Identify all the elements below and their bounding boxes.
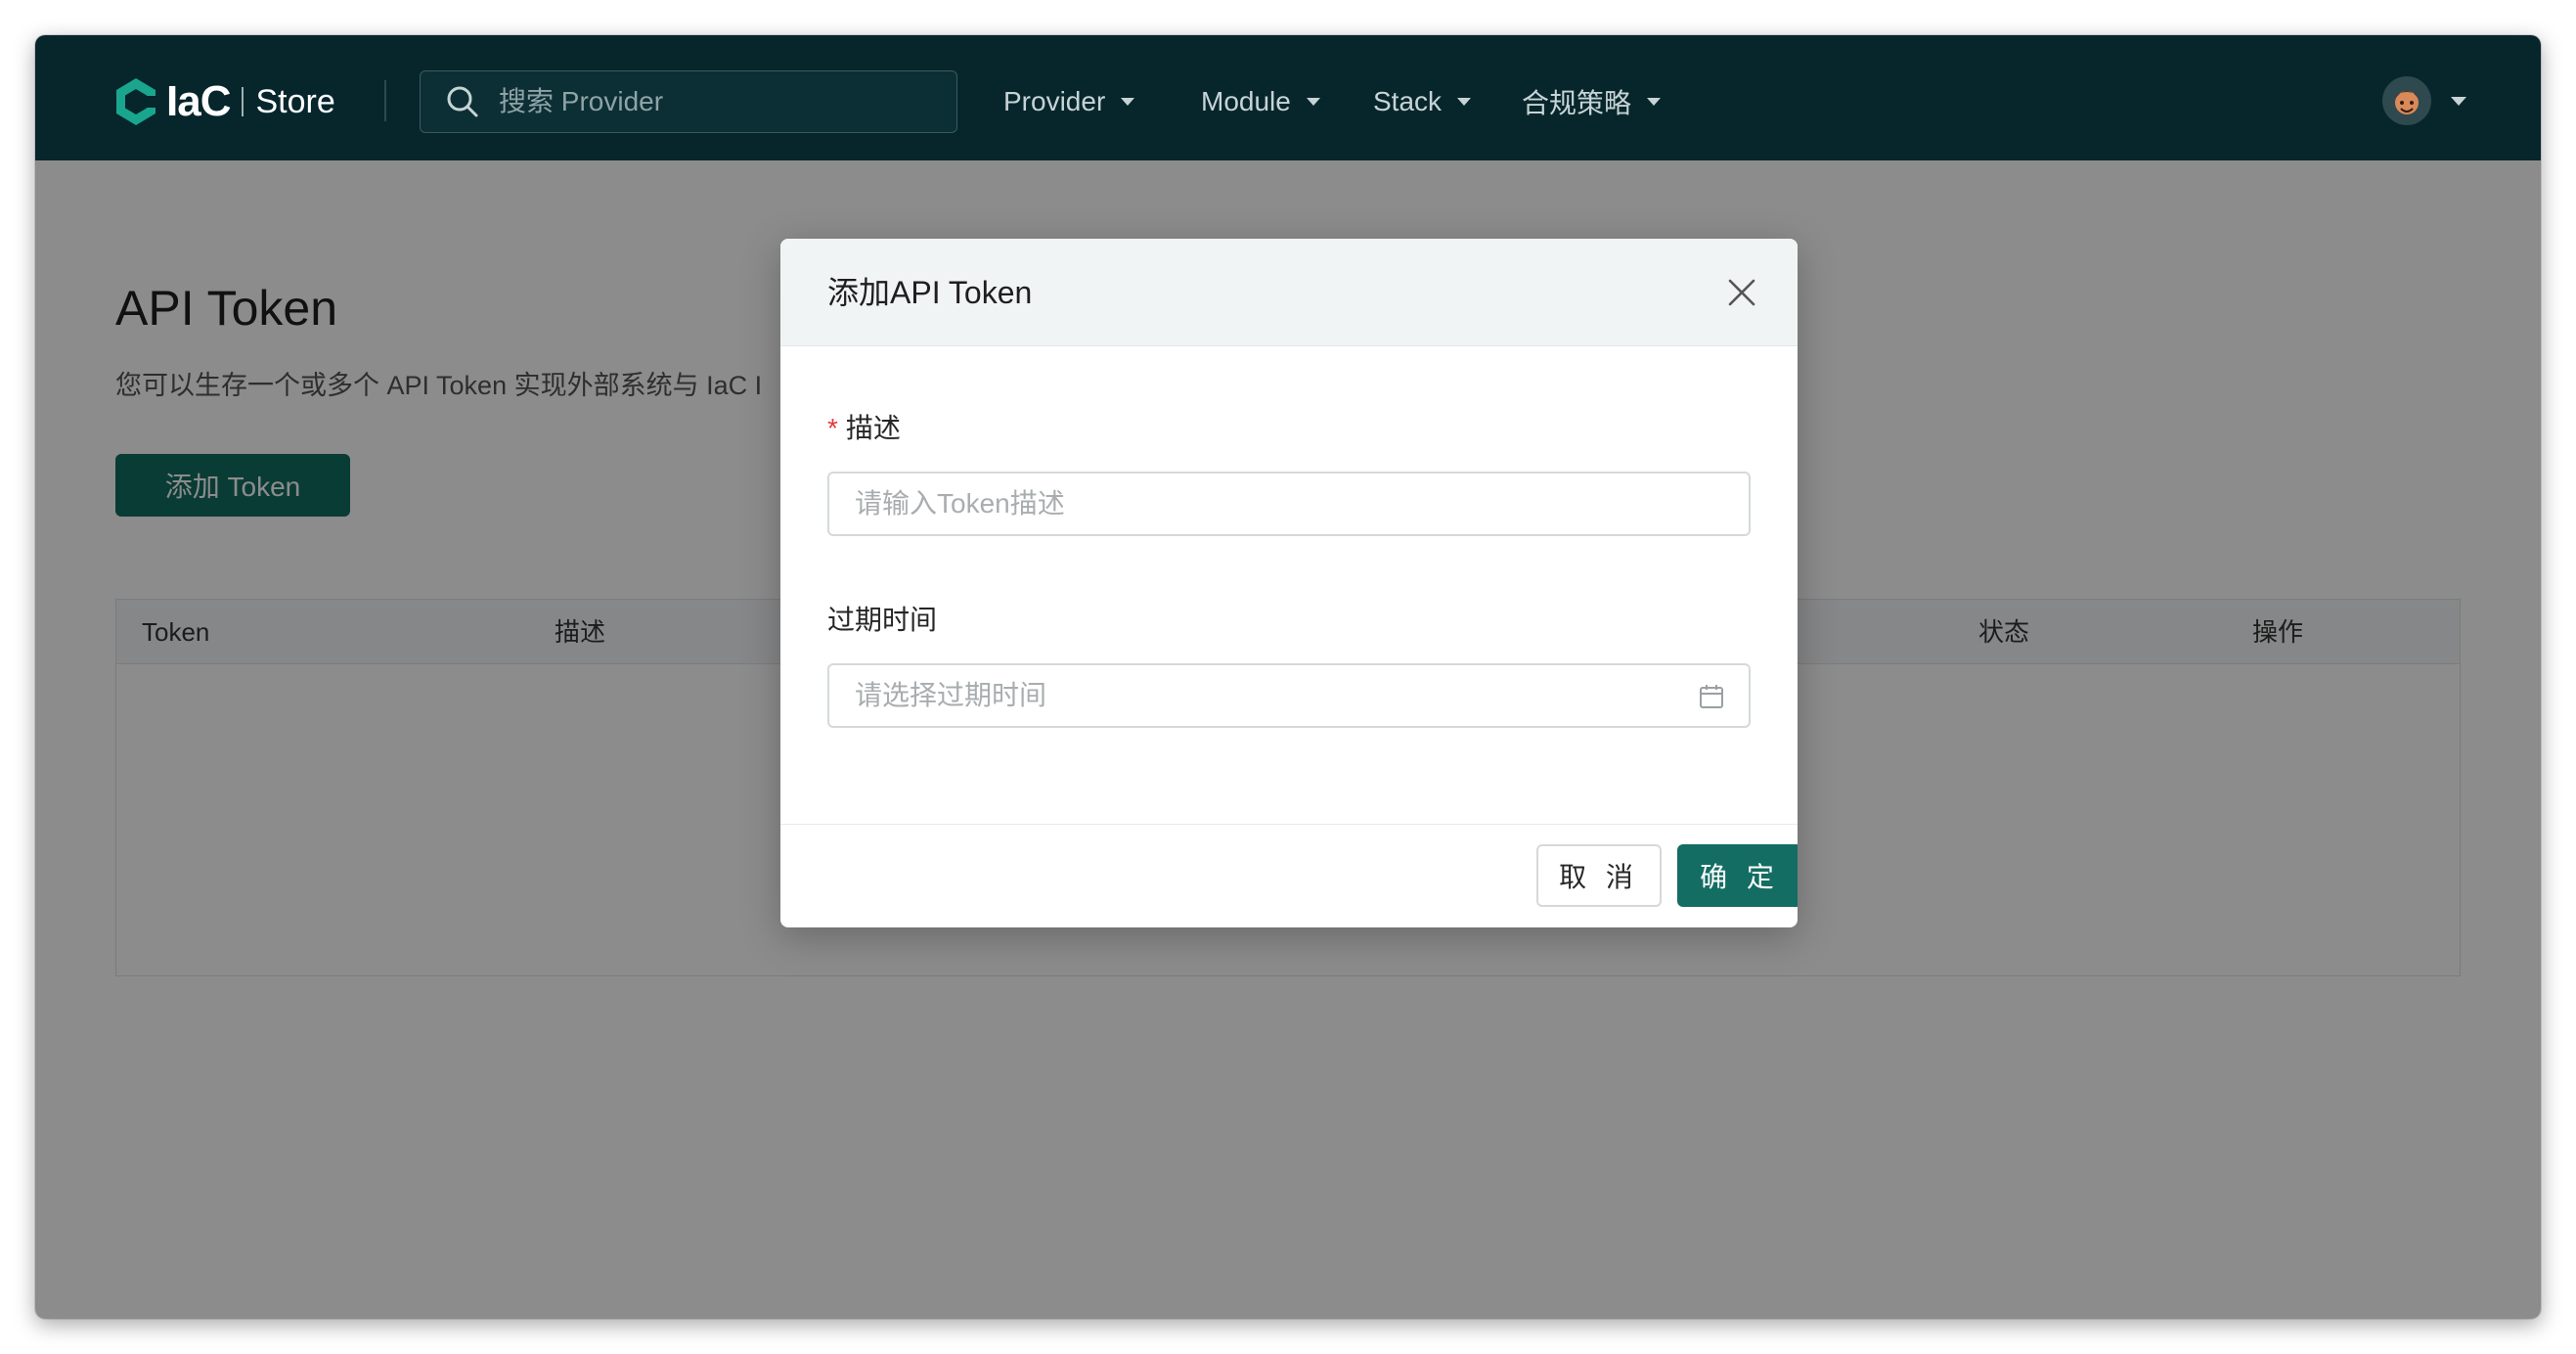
nav-compliance-policy[interactable]: 合规策略 [1522, 70, 1662, 133]
brand-suffix: Store [255, 82, 335, 120]
search-input[interactable] [497, 85, 921, 118]
brand-name: IaC [166, 77, 231, 125]
search-box[interactable] [420, 70, 957, 133]
chevron-down-icon [1306, 98, 1320, 106]
close-icon[interactable] [1725, 276, 1758, 309]
chevron-down-icon [2451, 96, 2466, 106]
nav-module[interactable]: Module [1201, 70, 1320, 133]
description-input[interactable] [853, 487, 1659, 520]
dialog-header: 添加API Token [780, 239, 1798, 346]
cancel-button[interactable]: 取 消 [1536, 844, 1662, 907]
description-label-text: 描述 [845, 413, 901, 443]
nav-divider [384, 80, 386, 121]
expire-time-label: 过期时间 [827, 605, 938, 635]
calendar-icon[interactable] [1698, 683, 1725, 710]
description-field[interactable] [827, 472, 1751, 536]
expire-time-input[interactable] [853, 679, 1659, 712]
chevron-down-icon [1457, 98, 1472, 106]
description-label: * 描述 [827, 407, 901, 446]
chevron-down-icon [1647, 98, 1662, 106]
app-window: IaC Store Provider Module Stack 合规策略 [35, 35, 2541, 1319]
confirm-button[interactable]: 确 定 [1677, 844, 1798, 907]
nav-provider-label: Provider [1003, 86, 1106, 116]
dialog-footer: 取 消 确 定 [780, 824, 1798, 927]
nav-stack[interactable]: Stack [1373, 70, 1472, 133]
nav-module-label: Module [1201, 86, 1291, 116]
avatar[interactable] [2382, 76, 2431, 125]
add-token-dialog: 添加API Token *描述 过期时间 取 消 确 定 [780, 239, 1798, 927]
logo-icon [116, 78, 158, 125]
required-mark: * [827, 413, 838, 443]
top-nav-bar: IaC Store Provider Module Stack 合规策略 [35, 35, 2541, 160]
user-menu[interactable] [2382, 76, 2466, 125]
nav-stack-label: Stack [1373, 86, 1443, 116]
expire-time-picker[interactable] [827, 663, 1751, 728]
user-avatar-icon [2395, 91, 2419, 114]
search-icon [447, 86, 478, 117]
brand-logo[interactable]: IaC Store [113, 74, 335, 129]
nav-provider[interactable]: Provider [1003, 70, 1135, 133]
nav-compliance-label: 合规策略 [1522, 88, 1632, 118]
dialog-title: 添加API Token [827, 275, 1033, 310]
chevron-down-icon [1121, 98, 1135, 106]
brand-separator [242, 87, 244, 116]
